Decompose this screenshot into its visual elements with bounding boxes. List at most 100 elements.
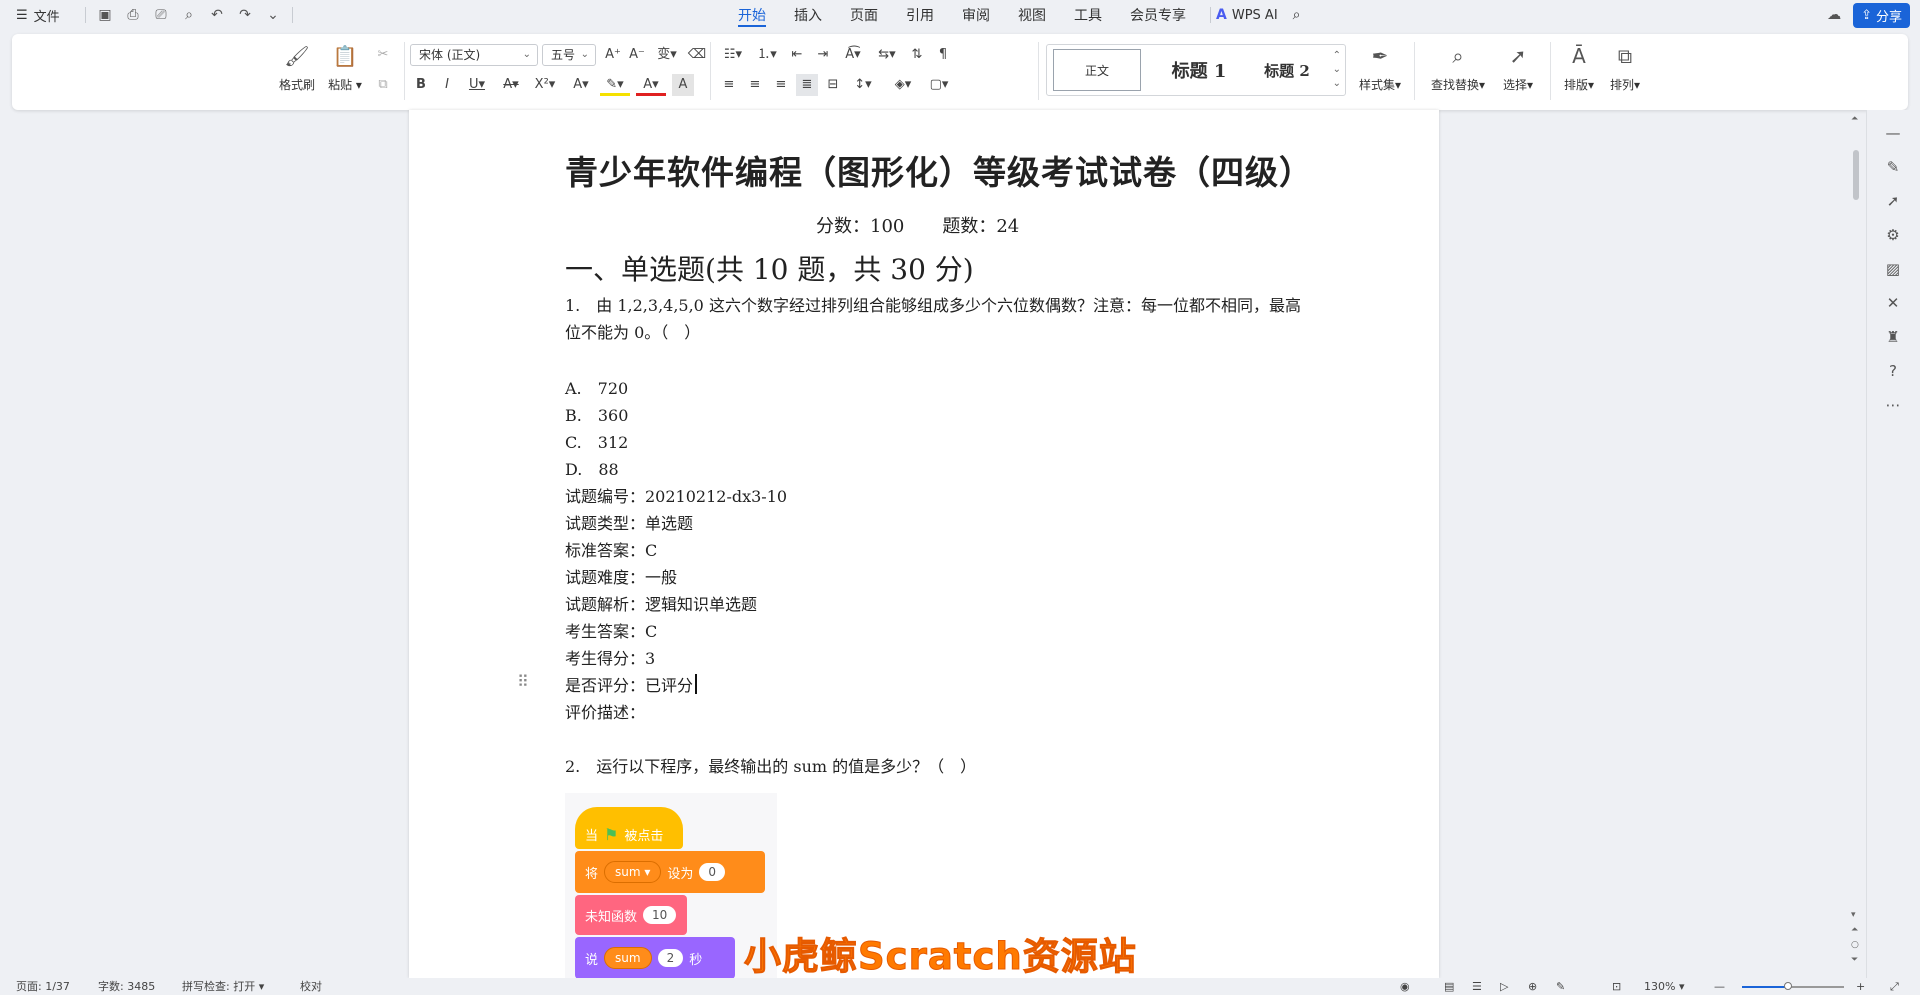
phonetic-guide-icon[interactable]: 变▾ <box>652 44 682 66</box>
style-heading-1[interactable]: 标题 1 <box>1151 49 1247 91</box>
tab-tools[interactable]: 工具 <box>1060 0 1116 30</box>
align-left-icon[interactable]: ≡ <box>718 74 740 96</box>
char-shading-icon[interactable]: A <box>672 74 694 96</box>
print-preview-icon[interactable]: ⌕ <box>180 6 198 24</box>
format-painter-button[interactable]: 🖌 格式刷 <box>274 42 320 93</box>
style-gallery-scroll[interactable]: ⌃ ⌄ ⌄ <box>1333 49 1341 91</box>
arrange-button[interactable]: ⧉ 排列▾ <box>1604 42 1646 93</box>
fit-page-icon[interactable]: ⊡ <box>1612 978 1621 995</box>
next-page-icon[interactable]: ⏷ <box>1851 955 1858 965</box>
browse-object-icon[interactable]: ○ <box>1851 940 1859 950</box>
shirt-icon[interactable]: ♜ <box>1882 326 1904 348</box>
search-icon[interactable]: ⌕ <box>1293 7 1301 23</box>
justify-icon[interactable]: ≣ <box>796 74 818 96</box>
tab-view[interactable]: 视图 <box>1004 0 1060 30</box>
increase-indent-icon[interactable]: ⇥ <box>812 44 834 66</box>
font-size-select[interactable]: 五号 ⌄ <box>542 44 596 66</box>
strikethrough-icon[interactable]: A▾ <box>496 74 526 96</box>
standard-answer: 标准答案：C <box>565 541 658 560</box>
grow-font-icon[interactable]: A⁺ <box>602 44 624 66</box>
align-center-icon[interactable]: ≡ <box>744 74 766 96</box>
zoom-out-icon[interactable]: — <box>1714 978 1725 995</box>
print-icon[interactable]: ⎚ <box>152 6 170 24</box>
align-right-icon[interactable]: ≡ <box>770 74 792 96</box>
copy-icon[interactable]: ⧉ <box>372 74 394 96</box>
fullscreen-icon[interactable]: ⤢ <box>1890 978 1899 995</box>
clear-format-icon[interactable]: ⌫ <box>686 44 708 66</box>
scroll-top-icon[interactable]: ⏶ <box>1851 114 1858 124</box>
page-view-icon[interactable]: ▤ <box>1444 978 1454 995</box>
style-heading-2[interactable]: 标题 2 <box>1247 49 1327 91</box>
cut-icon[interactable]: ✂ <box>372 44 394 66</box>
prev-page-icon[interactable]: ⏶ <box>1851 925 1858 935</box>
tab-insert[interactable]: 插入 <box>780 0 836 30</box>
line-spacing-icon[interactable]: ↕▾ <box>848 74 878 96</box>
help-icon[interactable]: ? <box>1882 360 1904 382</box>
distribute-icon[interactable]: ⊟ <box>822 74 844 96</box>
shrink-font-icon[interactable]: A⁻ <box>626 44 648 66</box>
spell-check[interactable]: 拼写检查: 打开 ▾ <box>182 978 264 995</box>
underline-icon[interactable]: U▾ <box>462 74 492 96</box>
word-count[interactable]: 字数: 3485 <box>98 978 155 995</box>
show-marks-icon[interactable]: ¶ <box>932 44 954 66</box>
more-icon[interactable]: ⋯ <box>1882 394 1904 416</box>
image-edit-icon[interactable]: ▨ <box>1882 258 1904 280</box>
write-view-icon[interactable]: ✎ <box>1556 978 1565 995</box>
pen-icon[interactable]: ✎ <box>1882 156 1904 178</box>
zoom-slider-knob[interactable] <box>1783 982 1792 990</box>
bold-icon[interactable]: B <box>410 74 432 96</box>
paste-button[interactable]: 📋 粘贴 ▾ <box>322 42 368 93</box>
border-icon[interactable]: ▢▾ <box>924 74 954 96</box>
outline-view-icon[interactable]: ☰ <box>1472 978 1482 995</box>
tab-references[interactable]: 引用 <box>892 0 948 30</box>
document-page[interactable]: 青少年软件编程（图形化）等级考试试卷（四级） 分数：100 题数：24 一、单选题… <box>409 110 1439 978</box>
adjust-icon[interactable]: ⚙ <box>1882 224 1904 246</box>
file-menu[interactable]: ☰ 文件 <box>16 0 60 30</box>
text-effect-icon[interactable]: A▾ <box>566 74 596 96</box>
share-button[interactable]: ⇪ 分享 <box>1853 2 1910 28</box>
redo-icon[interactable]: ↷ <box>236 6 254 24</box>
tab-home[interactable]: 开始 <box>724 0 780 30</box>
page-indicator[interactable]: 页面: 1/37 <box>16 978 70 995</box>
numbering-icon[interactable]: ⒈▾ <box>752 44 782 66</box>
zoom-slider[interactable] <box>1742 982 1844 990</box>
eye-protect-icon[interactable]: ◉ <box>1400 978 1410 995</box>
tab-review[interactable]: 审阅 <box>948 0 1004 30</box>
bullets-icon[interactable]: ☷▾ <box>718 44 748 66</box>
font-color-icon[interactable]: A▾ <box>636 74 666 96</box>
shading-icon[interactable]: ◈▾ <box>888 74 918 96</box>
cloud-icon[interactable]: ☁ <box>1827 7 1841 23</box>
highlight-icon[interactable]: ✎▾ <box>600 74 630 96</box>
play-icon[interactable]: ▷ <box>1500 978 1508 995</box>
tab-member[interactable]: 会员专享 <box>1116 0 1200 30</box>
zoom-in-icon[interactable]: + <box>1856 978 1865 995</box>
scrollbar-thumb[interactable] <box>1853 150 1859 200</box>
tab-page[interactable]: 页面 <box>836 0 892 30</box>
style-normal[interactable]: 正文 <box>1053 49 1141 91</box>
decrease-indent-icon[interactable]: ⇤ <box>786 44 808 66</box>
customize-chevron-icon[interactable]: ⌄ <box>264 6 282 24</box>
save-icon[interactable]: ▣ <box>96 6 114 24</box>
select-button[interactable]: ➚ 选择▾ <box>1496 42 1540 93</box>
proofread[interactable]: 校对 <box>300 978 322 995</box>
find-replace-button[interactable]: ⌕ 查找替换▾ <box>1424 42 1492 93</box>
scroll-down-icon[interactable]: ▾ <box>1851 910 1856 920</box>
superscript-icon[interactable]: X²▾ <box>530 74 560 96</box>
web-view-icon[interactable]: ⊕ <box>1528 978 1537 995</box>
sort-icon[interactable]: ⇅ <box>906 44 928 66</box>
zoom-level[interactable]: 130% ▾ <box>1644 978 1684 995</box>
undo-icon[interactable]: ↶ <box>208 6 226 24</box>
drag-handle-icon[interactable]: ⠿ <box>517 672 529 691</box>
font-name-select[interactable]: 宋体 (正文) ⌄ <box>410 44 538 66</box>
wps-ai-button[interactable]: A WPS AI ⌕ <box>1210 0 1301 30</box>
text-direction-icon[interactable]: ⇆▾ <box>872 44 902 66</box>
select-tool-icon[interactable]: ➚ <box>1882 190 1904 212</box>
vertical-scrollbar[interactable]: ⏶ ▾ ⏶ ○ ⏷ <box>1848 110 1866 978</box>
chinese-layout-icon[interactable]: A͡▾ <box>838 44 868 66</box>
italic-icon[interactable]: I <box>436 74 458 96</box>
tools-icon[interactable]: ✕ <box>1882 292 1904 314</box>
layout-button[interactable]: Ā 排版▾ <box>1558 42 1600 93</box>
style-set-button[interactable]: ✒ 样式集▾ <box>1354 42 1406 93</box>
collapse-icon[interactable]: — <box>1882 122 1904 144</box>
export-pdf-icon[interactable]: ⎙ <box>124 6 142 24</box>
